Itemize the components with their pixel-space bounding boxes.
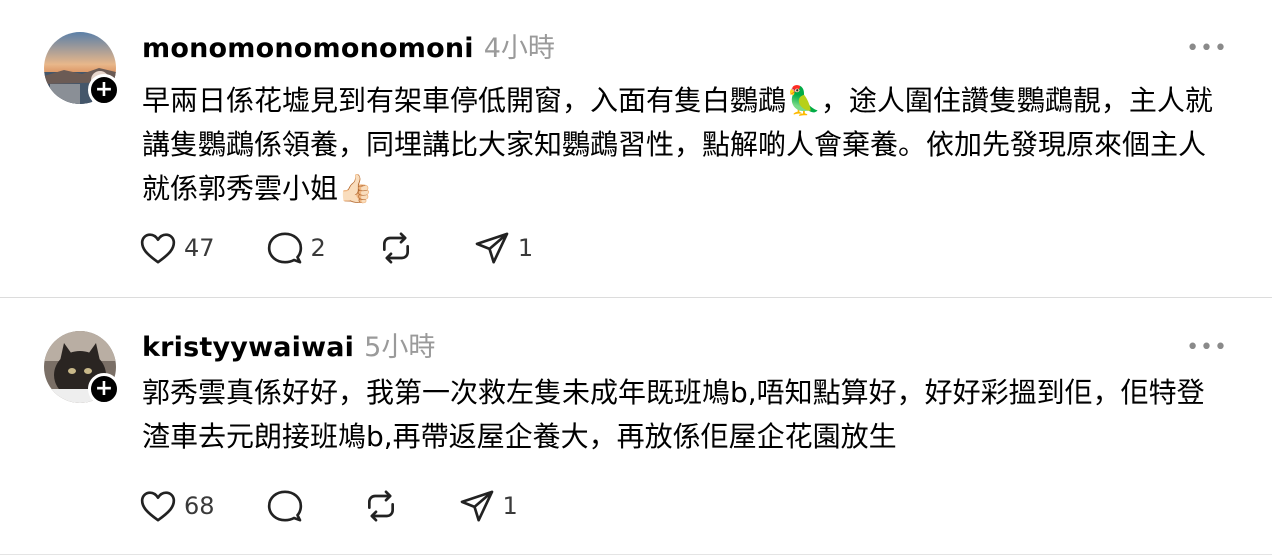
comment-icon: [267, 232, 302, 264]
like-button[interactable]: 47: [138, 228, 215, 268]
timestamp: 4小時: [483, 33, 555, 64]
repost-icon: [367, 490, 394, 522]
send-icon: [460, 490, 493, 522]
repost-button[interactable]: [376, 228, 422, 268]
send-icon: [475, 232, 509, 264]
action-bar: 47 2 1: [138, 228, 583, 268]
more-options-icon[interactable]: •••: [1186, 36, 1228, 61]
heart-icon: [140, 491, 176, 522]
heart-icon: [140, 233, 176, 264]
share-button[interactable]: 1: [457, 486, 518, 526]
post-divider: [0, 554, 1272, 555]
like-count: 68: [184, 492, 215, 520]
like-button[interactable]: 68: [138, 486, 215, 526]
thread-post: + kristyywaiwai 5小時 ••• 郭秀雲真係好好，我第一次救左隻未成…: [0, 299, 1272, 556]
share-button[interactable]: 1: [472, 228, 533, 268]
share-count: 1: [517, 234, 534, 262]
repost-icon: [382, 232, 409, 264]
follow-button[interactable]: +: [88, 373, 120, 405]
post-text: 郭秀雲真係好好，我第一次救左隻未成年既班鳩b,唔知點算好，好好彩搵到佢，佢特登渣…: [142, 376, 1205, 453]
username[interactable]: monomonomonomoni: [142, 33, 474, 64]
action-bar: 68 1: [138, 486, 568, 526]
more-options-icon[interactable]: •••: [1186, 335, 1228, 360]
share-count: 1: [502, 492, 518, 520]
like-count: 47: [184, 234, 215, 262]
comment-button[interactable]: 2: [265, 228, 326, 268]
timestamp: 5小時: [364, 332, 436, 363]
comment-count: 2: [310, 234, 326, 262]
repost-button[interactable]: [361, 486, 407, 526]
post-text: 早兩日係花墟見到有架車停低開窗，入面有隻白鸚鵡🦜，途人圍住讚隻鸚鵡靚，主人就講隻…: [142, 84, 1213, 205]
comment-icon: [267, 490, 302, 522]
username[interactable]: kristyywaiwai: [142, 332, 354, 363]
follow-button[interactable]: +: [88, 74, 120, 106]
post-header: kristyywaiwai 5小時: [142, 325, 435, 365]
thread-post: + monomonomonomoni 4小時 ••• 早兩日係花墟見到有架車停低開…: [0, 0, 1272, 298]
post-header: monomonomonomoni 4小時: [142, 26, 555, 66]
post-divider: [0, 297, 1272, 298]
comment-button[interactable]: [265, 486, 311, 526]
